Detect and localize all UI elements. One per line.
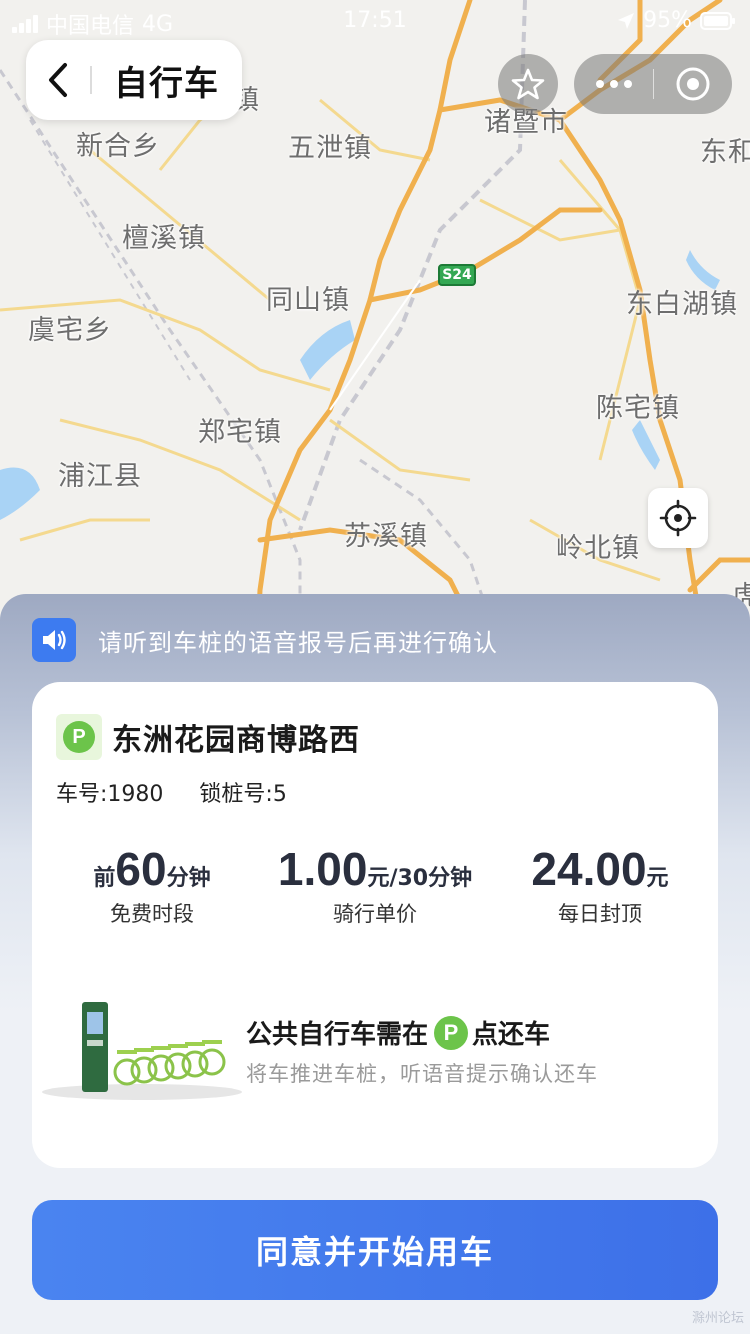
chevron-left-icon [49,63,67,97]
parking-badge: P [56,714,102,760]
map-label-lingbei: 岭北镇 [556,533,640,564]
status-right: 95% [617,8,736,33]
notice-text: 请听到车桩的语音报号后再进行确认 [98,628,498,657]
station-header: P 东洲花园商博路西 [56,714,360,760]
pricing-stats: 前60分钟 免费时段 1.00元/30分钟 骑行单价 24.00元 每日封顶 [32,842,718,932]
map-label-yuzhai: 虞宅乡 [28,315,112,346]
stat-unit: 元 [646,866,669,891]
bike-dock-illustration [42,1002,242,1100]
return-title-before: 公共自行车需在 [246,1020,429,1050]
bike-number: 车号:1980 [56,782,164,807]
stat-unit: 元/30分钟 [367,866,473,891]
return-rule-subtitle: 将车推进车桩，听语音提示确认还车 [246,1062,598,1086]
stat-value: 24.00 [531,843,647,895]
map-label-tanxi: 檀溪镇 [122,223,206,254]
dock-number: 锁桩号:5 [199,782,287,807]
nav-bar: 自行车 [26,40,242,120]
stat-free-period: 前60分钟 免费时段 [86,842,218,928]
parking-icon: P [434,1015,469,1050]
location-arrow-icon [618,12,635,29]
voice-notice: 请听到车桩的语音报号后再进行确认 [32,618,498,662]
station-card: P 东洲花园商博路西 车号:1980 锁桩号:5 前60分钟 免费时段 1.00… [32,682,718,1168]
map-label-donghe: 东和 [700,137,750,168]
miniprogram-capsule [574,54,732,114]
map-label-pujiang: 浦江县 [58,461,142,492]
return-title-after: 点还车 [472,1020,551,1050]
stat-value: 60 [115,843,167,895]
battery-label: 95% [643,8,692,33]
battery-icon [700,11,735,30]
bike-info: 车号:1980 锁桩号:5 [56,776,287,808]
map-label-xinhe: 新合乡 [76,131,160,162]
return-rule-title: 公共自行车需在 P 点还车 [246,1014,550,1051]
status-bar: 中国电信 4G 17:51 95% [0,0,750,40]
stat-label: 每日封顶 [558,902,642,926]
crosshair-icon [659,499,697,537]
more-dot-icon [623,80,632,88]
close-miniprogram-button[interactable] [654,54,732,114]
back-button[interactable] [26,40,90,120]
agree-start-button[interactable]: 同意并开始用车 [32,1200,718,1300]
stat-prefix: 前 [93,866,116,891]
road-badge-s24: S24 [438,264,476,286]
more-dot-icon [609,80,618,88]
stat-value: 1.00 [277,843,368,895]
star-icon [511,68,545,100]
map-label-zhengzhai: 郑宅镇 [198,417,282,448]
nav-divider [90,66,92,94]
more-dot-icon [595,80,604,88]
stat-label: 骑行单价 [333,902,417,926]
stat-unit: 分钟 [166,866,211,891]
parking-icon: P [63,721,95,753]
map-label-tongshan: 同山镇 [266,285,350,316]
page-title: 自行车 [114,63,219,104]
stat-label: 免费时段 [110,902,194,926]
stat-daily-cap: 24.00元 每日封顶 [522,842,678,928]
rent-bottom-sheet: 请听到车桩的语音报号后再进行确认 P 东洲花园商博路西 车号:1980 锁桩号:… [0,594,750,1334]
target-circle-icon [676,67,710,101]
station-name: 东洲花园商博路西 [112,723,360,758]
stat-unit-price: 1.00元/30分钟 骑行单价 [272,842,478,928]
map-label-dongbaihu: 东白湖镇 [626,289,738,320]
favorite-button[interactable] [498,54,558,114]
watermark-logo: 滁州论坛 [691,1311,744,1326]
map-label-suxi: 苏溪镇 [344,521,428,552]
more-button[interactable] [574,54,653,114]
map-label-wuxie: 五泄镇 [288,133,372,164]
speaker-icon [32,618,76,662]
locate-me-button[interactable] [648,488,708,548]
map-label-chenzhai: 陈宅镇 [596,393,680,424]
